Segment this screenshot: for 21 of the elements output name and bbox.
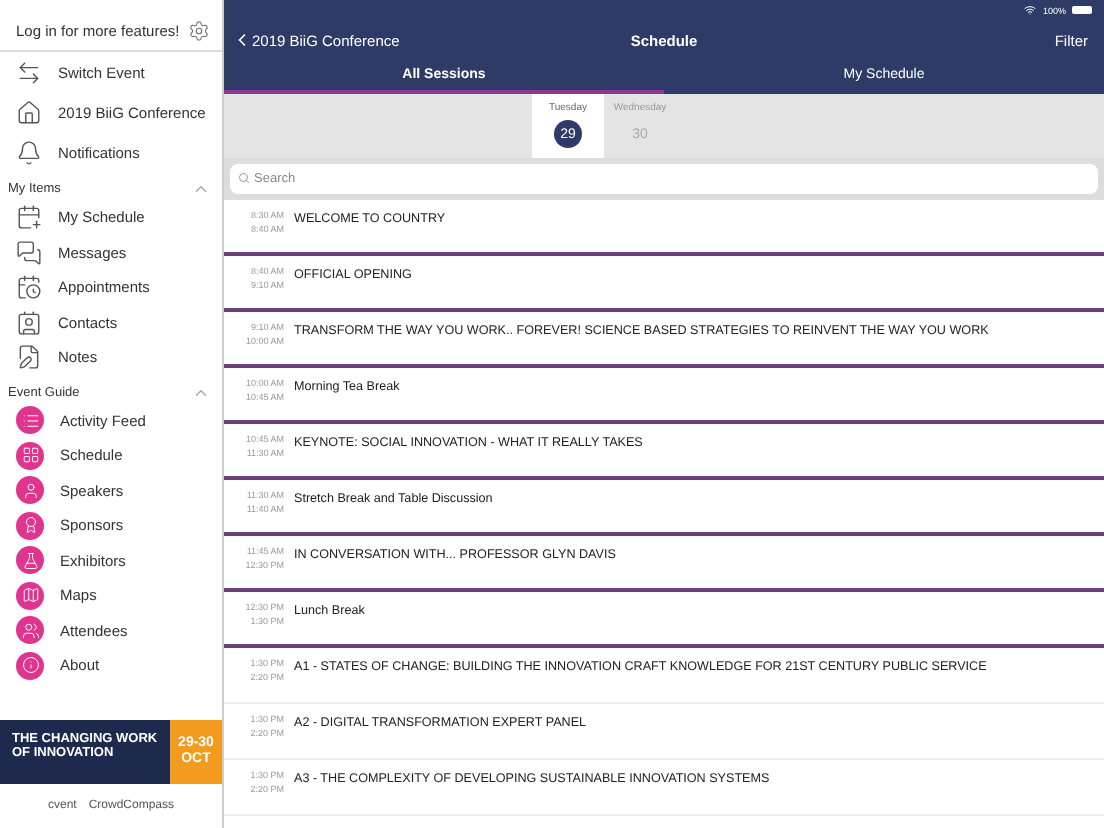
people-icon — [21, 621, 39, 640]
flask-icon — [21, 551, 39, 570]
contact-card-icon — [16, 309, 42, 336]
battery-icon — [1072, 6, 1092, 14]
search-icon — [238, 172, 250, 184]
chat-bubbles-icon — [16, 239, 42, 266]
info-icon — [21, 656, 39, 675]
award-icon — [21, 516, 39, 535]
person-icon — [21, 481, 39, 500]
settings-icon[interactable] — [188, 20, 210, 42]
calendar-clock-icon — [16, 274, 42, 301]
collapse-icon[interactable] — [192, 180, 210, 198]
grid-icon — [21, 446, 39, 465]
bell-icon — [16, 139, 42, 165]
list-icon — [21, 411, 39, 430]
note-icon — [16, 344, 42, 371]
calendar-icon — [16, 204, 42, 231]
map-icon — [21, 586, 39, 605]
arrows-icon — [16, 59, 42, 85]
home-icon — [16, 99, 42, 125]
wifi-icon — [1024, 4, 1037, 16]
